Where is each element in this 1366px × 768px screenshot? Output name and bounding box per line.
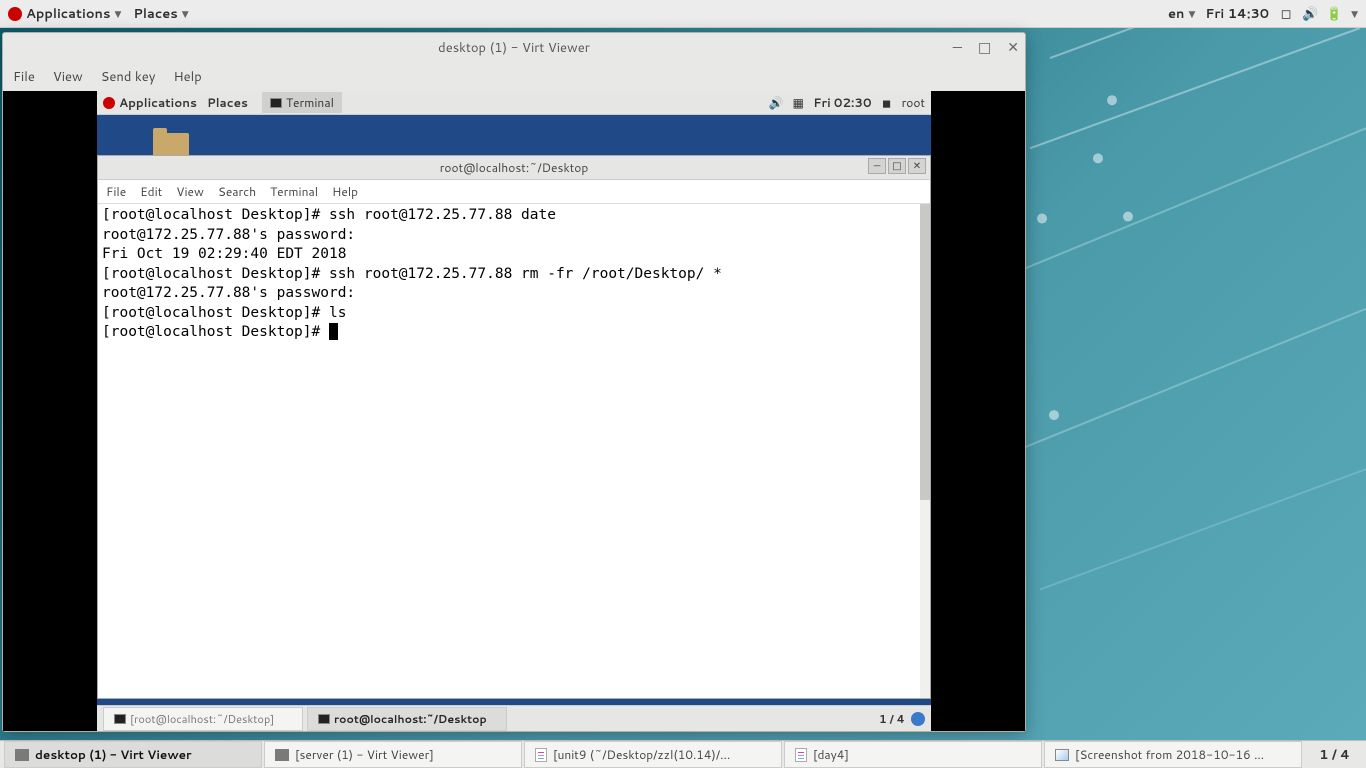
- taskbar-label: [server (1) - Virt Viewer]: [295, 746, 434, 763]
- scrollbar-thumb[interactable]: [920, 204, 930, 500]
- host-clock: Fri 14:30: [1205, 5, 1269, 23]
- vv-menu-view[interactable]: View: [53, 68, 83, 86]
- guest-taskbar: [root@localhost:~/Desktop] root@localhos…: [97, 705, 931, 731]
- host-taskbar: desktop (1) - Virt Viewer [server (1) - …: [0, 740, 1366, 768]
- guest-top-panel: Applications Places Terminal 🔊 ▦ Fri 02:…: [97, 91, 931, 115]
- volume-icon[interactable]: 🔊: [1303, 7, 1317, 21]
- virt-viewer-icon: [15, 749, 29, 761]
- host-workspace-indicator[interactable]: 1 / 4: [1307, 746, 1362, 764]
- vv-title-text: desktop (1) - Virt Viewer: [438, 39, 590, 57]
- term-line: Fri Oct 19 02:29:40 EDT 2018: [102, 246, 346, 262]
- redhat-icon: [103, 97, 115, 109]
- taskbar-label: desktop (1) - Virt Viewer: [35, 746, 192, 763]
- terminal-icon: [270, 98, 282, 108]
- taskbar-label: [root@localhost:~/Desktop]: [130, 711, 274, 727]
- guest-user-label[interactable]: root: [902, 94, 925, 111]
- vv-titlebar[interactable]: desktop (1) - Virt Viewer — □ ✕: [3, 33, 1025, 63]
- chevron-down-icon: ▼: [114, 7, 121, 20]
- chevron-down-icon: ▼: [1188, 7, 1195, 20]
- text-editor-icon: [795, 748, 807, 762]
- vv-menubar: File View Send key Help: [3, 63, 1025, 91]
- guest-places-label: Places: [207, 94, 248, 111]
- guest-applications-menu[interactable]: Applications: [103, 94, 197, 111]
- term-menu-view[interactable]: View: [176, 183, 204, 200]
- term-line: [root@localhost Desktop]# ls: [102, 305, 346, 321]
- guest-taskbar-item[interactable]: [root@localhost:~/Desktop]: [103, 707, 303, 731]
- battery-icon[interactable]: 🔋: [1327, 7, 1341, 21]
- term-menu-terminal[interactable]: Terminal: [270, 183, 318, 200]
- terminal-icon: [114, 714, 126, 724]
- vv-menu-sendkey[interactable]: Send key: [101, 68, 156, 86]
- redhat-icon: [8, 7, 22, 21]
- taskbar-label: [unit9 (~/Desktop/zzl(10.14)/...: [553, 746, 730, 763]
- places-menu[interactable]: Places ▼: [133, 5, 188, 23]
- chevron-down-icon: ▼: [1351, 7, 1358, 20]
- image-viewer-icon: [1055, 749, 1069, 761]
- terminal-output[interactable]: [root@localhost Desktop]# ssh root@172.2…: [98, 204, 930, 698]
- network-icon[interactable]: ▦: [791, 96, 805, 110]
- power-icon[interactable]: ◼: [880, 96, 894, 110]
- places-label: Places: [133, 5, 177, 23]
- applications-label: Applications: [26, 5, 110, 23]
- guest-workspace-indicator[interactable]: 1 / 4: [879, 711, 905, 727]
- guest-places-menu[interactable]: Places: [207, 94, 248, 111]
- taskbar-label: [Screenshot from 2018-10-16 ...: [1075, 746, 1264, 763]
- guest-taskbar-item-active[interactable]: root@localhost:~/Desktop: [307, 707, 507, 731]
- volume-icon[interactable]: 🔊: [769, 96, 783, 110]
- term-menu-help[interactable]: Help: [332, 183, 358, 200]
- lang-label: en: [1168, 5, 1184, 23]
- vv-menu-file[interactable]: File: [13, 68, 35, 86]
- term-menu-edit[interactable]: Edit: [140, 183, 162, 200]
- term-line: root@172.25.77.88's password:: [102, 227, 364, 243]
- terminal-titlebar[interactable]: root@localhost:~/Desktop — □ ✕: [98, 156, 930, 180]
- vv-display-area[interactable]: Applications Places Terminal 🔊 ▦ Fri 02:…: [3, 91, 1025, 731]
- taskbar-label: root@localhost:~/Desktop: [334, 711, 487, 727]
- guest-terminal-running[interactable]: Terminal: [262, 92, 342, 113]
- term-line: [root@localhost Desktop]# ssh root@172.2…: [102, 207, 556, 223]
- text-editor-icon: [535, 748, 547, 762]
- virt-viewer-icon: [275, 749, 289, 761]
- terminal-scrollbar[interactable]: [920, 204, 930, 698]
- minimize-button[interactable]: —: [953, 37, 962, 57]
- term-menu-search[interactable]: Search: [218, 183, 256, 200]
- terminal-menubar: File Edit View Search Terminal Help: [98, 180, 930, 204]
- taskbar-label: [day4]: [813, 746, 849, 763]
- host-taskbar-item[interactable]: [Screenshot from 2018-10-16 ...: [1044, 741, 1302, 768]
- terminal-title-text: root@localhost:~/Desktop: [440, 159, 589, 176]
- guest-clock: Fri 02:30: [813, 94, 871, 111]
- host-taskbar-item[interactable]: [day4]: [784, 741, 1042, 768]
- terminal-window[interactable]: root@localhost:~/Desktop — □ ✕ File Edit…: [97, 155, 931, 699]
- virt-viewer-window[interactable]: desktop (1) - Virt Viewer — □ ✕ File Vie…: [2, 32, 1026, 732]
- term-line: [root@localhost Desktop]#: [102, 324, 329, 340]
- accessibility-icon[interactable]: ◻: [1279, 7, 1293, 21]
- applications-menu[interactable]: Applications ▼: [8, 5, 121, 23]
- terminal-icon: [318, 714, 330, 724]
- close-button[interactable]: ✕: [1007, 37, 1019, 57]
- terminal-minimize-button[interactable]: —: [868, 158, 886, 174]
- terminal-close-button[interactable]: ✕: [908, 158, 926, 174]
- guest-terminal-label: Terminal: [286, 94, 334, 111]
- maximize-button[interactable]: □: [978, 37, 991, 57]
- term-menu-file[interactable]: File: [106, 183, 126, 200]
- host-taskbar-item[interactable]: [unit9 (~/Desktop/zzl(10.14)/...: [524, 741, 782, 768]
- guest-applications-label: Applications: [119, 94, 197, 111]
- host-taskbar-item[interactable]: [server (1) - Virt Viewer]: [264, 741, 522, 768]
- terminal-cursor: [329, 323, 338, 340]
- workspace-badge-icon[interactable]: [911, 712, 925, 726]
- term-line: root@172.25.77.88's password:: [102, 285, 364, 301]
- lang-indicator[interactable]: en ▼: [1168, 5, 1195, 23]
- host-taskbar-item-active[interactable]: desktop (1) - Virt Viewer: [4, 741, 262, 768]
- guest-desktop[interactable]: Applications Places Terminal 🔊 ▦ Fri 02:…: [97, 91, 931, 731]
- host-top-panel: Applications ▼ Places ▼ en ▼ Fri 14:30 ◻…: [0, 0, 1366, 28]
- vv-menu-help[interactable]: Help: [173, 68, 201, 86]
- chevron-down-icon: ▼: [182, 7, 189, 20]
- terminal-maximize-button[interactable]: □: [888, 158, 906, 174]
- term-line: [root@localhost Desktop]# ssh root@172.2…: [102, 266, 722, 282]
